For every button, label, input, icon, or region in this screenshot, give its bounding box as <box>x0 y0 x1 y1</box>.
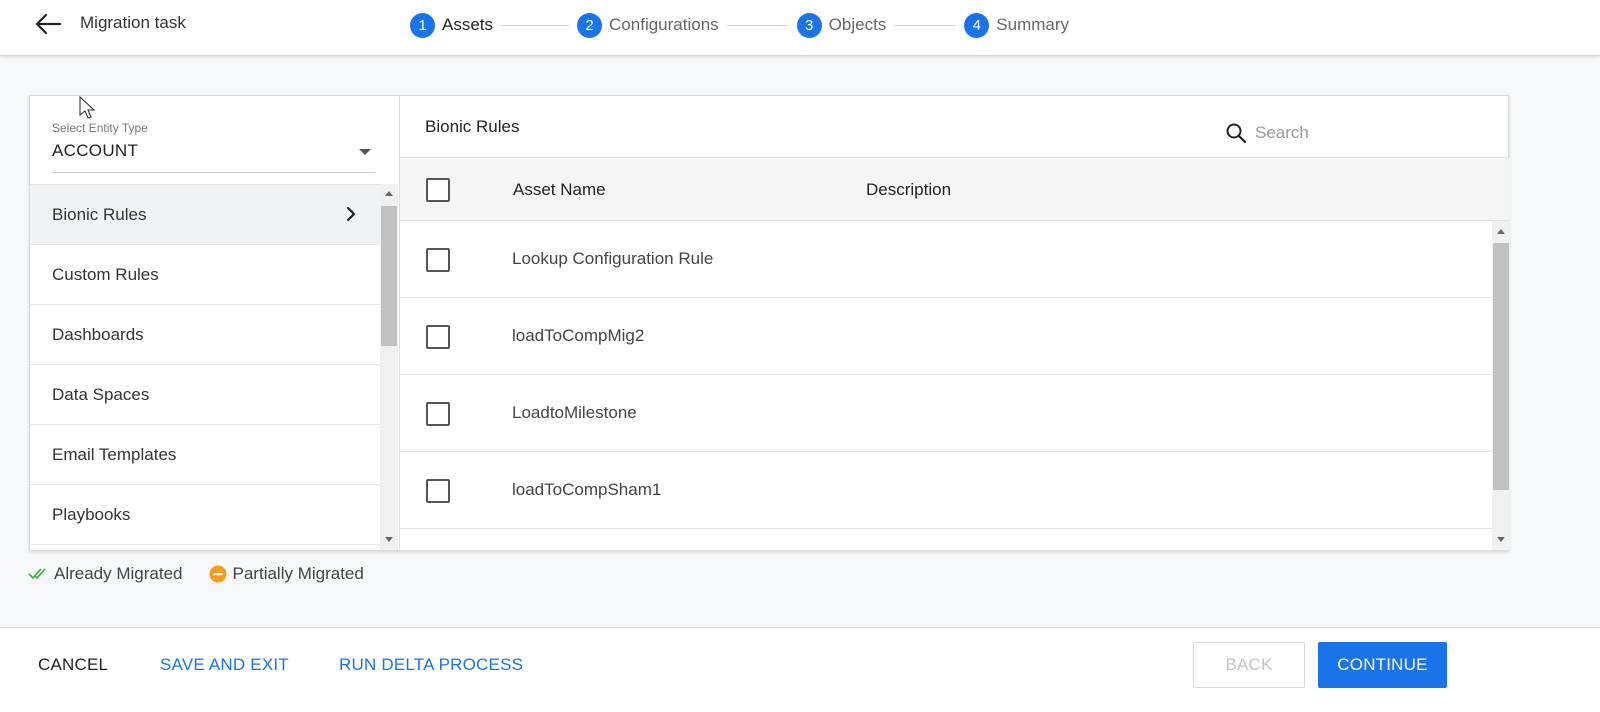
step-connector <box>894 24 957 26</box>
scrollbar-thumb[interactable] <box>381 206 397 346</box>
table-row[interactable]: LoadtoMilestone <box>400 375 1492 452</box>
step-connector <box>501 24 570 26</box>
asset-type-label: Bionic Rules <box>52 204 147 224</box>
asset-type-custom-rules[interactable]: Custom Rules <box>30 245 380 305</box>
table-body: Lookup Configuration Rule loadToCompMig2… <box>400 221 1492 550</box>
step-number: 2 <box>577 12 603 38</box>
entity-type-caption: Select Entity Type <box>52 121 148 135</box>
caret-down-icon <box>359 149 371 155</box>
step-connector <box>726 24 789 26</box>
minus-circle-icon <box>209 565 227 583</box>
step-label: Configurations <box>609 15 719 34</box>
migration-legend: Already Migrated Partially Migrated <box>28 563 390 585</box>
table-header: Asset Name Description <box>400 157 1510 221</box>
scroll-down-icon[interactable] <box>1497 537 1505 542</box>
table-row[interactable]: Lookup Configuration Rule <box>400 221 1492 298</box>
table-row[interactable]: loadToCompMig2 <box>400 298 1492 375</box>
entity-type-value: ACCOUNT <box>52 141 139 160</box>
scroll-up-icon[interactable] <box>385 191 393 196</box>
legend-already-migrated: Already Migrated <box>28 564 183 584</box>
asset-type-dashboards[interactable]: Dashboards <box>30 305 380 365</box>
step-configurations[interactable]: 2 Configurations <box>577 12 719 38</box>
step-label: Objects <box>828 15 887 34</box>
asset-name-cell: loadToCompMig2 <box>512 326 645 345</box>
scrollbar-thumb[interactable] <box>1493 243 1509 490</box>
double-check-icon <box>28 568 46 580</box>
assets-table-panel: Bionic Rules Asset Name Description Look… <box>400 96 1510 550</box>
back-button[interactable]: BACK <box>1193 642 1305 688</box>
step-number: 1 <box>410 12 435 38</box>
search-box <box>1225 121 1485 145</box>
table-row[interactable]: loadToCompSham1 <box>400 452 1492 529</box>
asset-type-label: Custom Rules <box>52 264 159 284</box>
row-checkbox[interactable] <box>426 325 450 349</box>
column-asset-name[interactable]: Asset Name <box>513 180 606 200</box>
step-number: 4 <box>964 12 990 38</box>
asset-type-label: Data Spaces <box>52 384 150 404</box>
asset-type-label: Playbooks <box>52 504 131 524</box>
step-label: Summary <box>996 15 1070 34</box>
step-assets[interactable]: 1 Assets <box>410 12 494 38</box>
page-title: Migration task <box>80 13 186 32</box>
footer-bar: CANCEL SAVE AND EXIT RUN DELTA PROCESS B… <box>0 627 1600 712</box>
stepper: 1 Assets 2 Configurations 3 Objects 4 Su… <box>410 12 1069 38</box>
asset-type-scrollbar[interactable] <box>380 184 398 550</box>
asset-name-cell: loadToCompSham1 <box>512 480 662 499</box>
step-objects[interactable]: 3 Objects <box>796 12 887 38</box>
row-checkbox[interactable] <box>426 402 450 426</box>
legend-label: Partially Migrated <box>232 564 364 583</box>
scroll-down-icon[interactable] <box>385 537 393 542</box>
top-bar: Migration task 1 Assets 2 Configurations… <box>0 0 1600 56</box>
arrow-left-icon[interactable] <box>34 12 62 36</box>
asset-type-label: Email Templates <box>52 444 177 464</box>
asset-type-list: Bionic Rules Custom Rules Dashboards Dat… <box>30 184 380 550</box>
entity-type-select[interactable]: Select Entity Type ACCOUNT <box>52 121 375 173</box>
asset-name-cell: Lookup Configuration Rule <box>512 249 714 268</box>
asset-type-label: Dashboards <box>52 324 144 344</box>
save-and-exit-button[interactable]: SAVE AND EXIT <box>160 642 289 688</box>
select-all-checkbox[interactable] <box>426 178 450 202</box>
asset-type-email-templates[interactable]: Email Templates <box>30 425 380 485</box>
step-label: Assets <box>442 15 494 34</box>
row-checkbox[interactable] <box>426 479 450 503</box>
asset-type-playbooks[interactable]: Playbooks <box>30 485 380 545</box>
panel-title: Bionic Rules <box>425 117 520 136</box>
asset-name-cell: LoadtoMilestone <box>512 403 637 422</box>
step-number: 3 <box>796 12 822 38</box>
continue-button[interactable]: CONTINUE <box>1318 642 1447 688</box>
search-icon[interactable] <box>1225 122 1247 144</box>
assets-card: Select Entity Type ACCOUNT Bionic Rules … <box>29 95 1510 551</box>
table-scrollbar[interactable] <box>1492 221 1510 550</box>
legend-partially-migrated: Partially Migrated <box>209 564 364 584</box>
asset-type-panel: Select Entity Type ACCOUNT Bionic Rules … <box>30 96 400 550</box>
chevron-right-icon <box>346 206 356 222</box>
cancel-button[interactable]: CANCEL <box>38 642 108 688</box>
step-summary[interactable]: 4 Summary <box>964 12 1070 38</box>
asset-type-data-spaces[interactable]: Data Spaces <box>30 365 380 425</box>
column-description[interactable]: Description <box>866 180 951 200</box>
legend-label: Already Migrated <box>54 564 183 583</box>
scroll-up-icon[interactable] <box>1497 229 1505 234</box>
run-delta-process-button[interactable]: RUN DELTA PROCESS <box>339 642 523 688</box>
asset-type-bionic-rules[interactable]: Bionic Rules <box>30 185 380 245</box>
search-input[interactable] <box>1255 121 1475 145</box>
row-checkbox[interactable] <box>426 248 450 272</box>
